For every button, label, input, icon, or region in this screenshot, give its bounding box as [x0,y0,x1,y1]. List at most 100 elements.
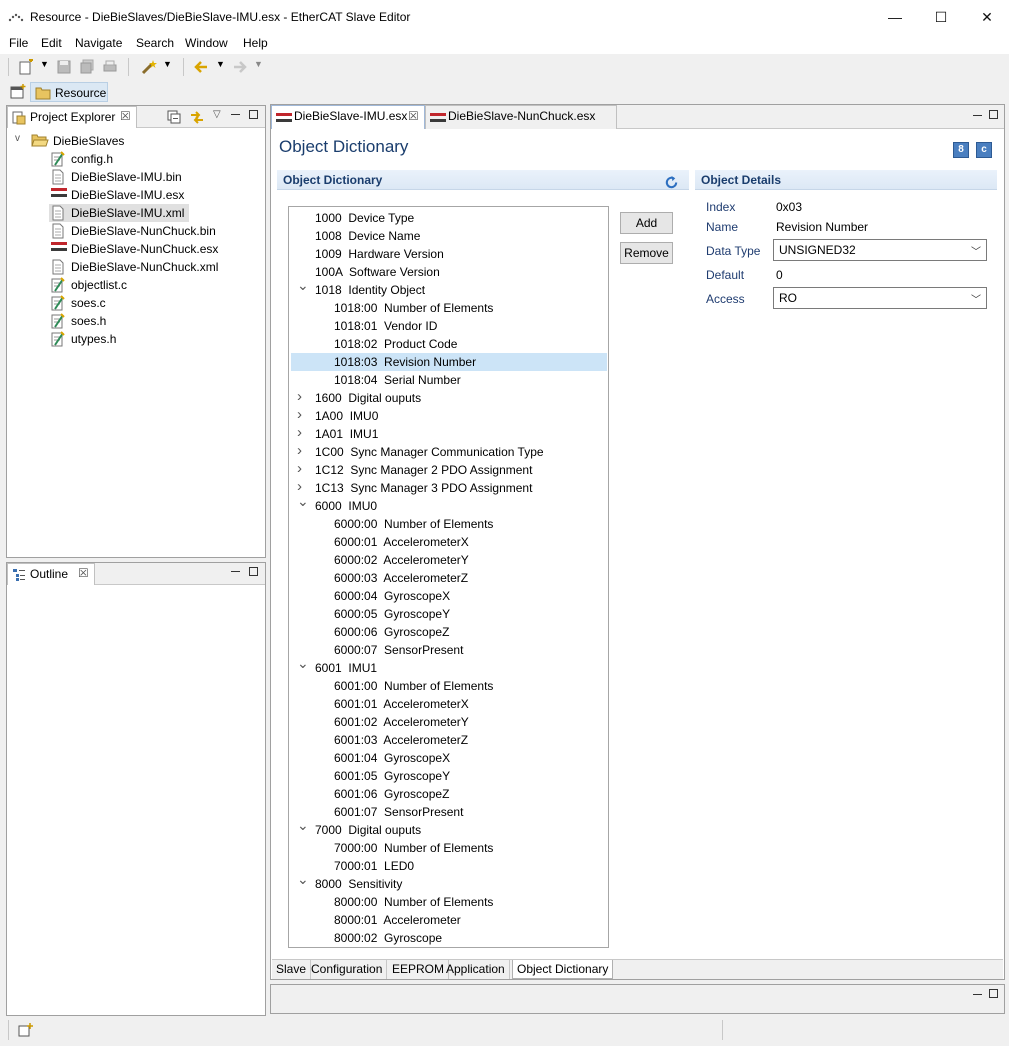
od-subindex-row[interactable]: 7000:00 Number of Elements [291,839,607,857]
back-arrow-icon[interactable] [193,59,209,75]
od-subindex-row[interactable]: 1018:02 Product Code [291,335,607,353]
tab-slave[interactable]: Slave [272,960,312,979]
menu-file[interactable]: File [9,36,28,50]
od-object-row[interactable]: 1000 Device Type [291,209,607,227]
tab-object-dictionary[interactable]: Object Dictionary [512,960,614,979]
chevron-down-icon[interactable]: ▼ [216,59,225,69]
od-subindex-row[interactable]: 6001:02 AccelerometerY [291,713,607,731]
chevron-down-icon[interactable]: ⌄ [297,817,309,834]
minimize-view-icon[interactable] [231,114,240,115]
link-editor-icon[interactable] [189,109,205,125]
minimize-view-icon[interactable] [973,994,982,995]
project-file-item[interactable]: DieBieSlave-NunChuck.bin [49,222,216,240]
menu-window[interactable]: Window [185,36,228,50]
od-subindex-row[interactable]: 1018:03 Revision Number [291,353,607,371]
maximize-view-icon[interactable] [249,567,258,576]
tab-application[interactable]: Application [442,960,510,979]
tab-project-explorer[interactable]: Project Explorer ☒ [7,106,137,128]
chevron-right-icon[interactable]: › [297,442,309,459]
chevron-right-icon[interactable]: › [297,460,309,477]
od-subindex-row[interactable]: 6000:05 GyroscopeY [291,605,607,623]
collapse-all-icon[interactable] [167,110,181,124]
project-file-item[interactable]: objectlist.c [49,276,189,294]
tab-eeprom[interactable]: EEPROM [388,960,450,979]
add-button[interactable]: Add [620,212,673,234]
datatype-select[interactable]: UNSIGNED32 ﹀ [773,239,987,261]
chevron-down-icon[interactable]: ▼ [254,59,263,69]
od-subindex-row[interactable]: 6000:04 GyroscopeX [291,587,607,605]
menu-help[interactable]: Help [243,36,268,50]
close-icon[interactable]: ☒ [78,566,89,580]
od-subindex-row[interactable]: 6000:00 Number of Elements [291,515,607,533]
project-file-item[interactable]: utypes.h [49,330,189,348]
od-object-row[interactable]: ⌄ 1018 Identity Object [291,277,607,299]
tab-configuration[interactable]: Configuration [307,960,388,979]
resource-perspective-button[interactable]: Resource [30,82,108,102]
menu-navigate[interactable]: Navigate [75,36,122,50]
chevron-down-icon[interactable]: ⌄ [297,493,309,510]
od-subindex-row[interactable]: 7000:01 LED0 [291,857,607,875]
od-subindex-row[interactable]: 6000:06 GyroscopeZ [291,623,607,641]
od-subindex-row[interactable]: 6001:06 GyroscopeZ [291,785,607,803]
chevron-right-icon[interactable]: › [297,424,309,441]
project-file-item[interactable]: DieBieSlave-NunChuck.esx [49,240,218,258]
od-object-row[interactable]: ⌄ 6000 IMU0 [291,493,607,515]
maximize-button[interactable]: ☐ [918,0,964,34]
od-subindex-row[interactable]: 8000:01 Accelerometer [291,911,607,929]
od-subindex-row[interactable]: 8000:00 Number of Elements [291,893,607,911]
print-icon[interactable] [102,59,118,75]
save-icon[interactable] [56,59,72,75]
close-icon[interactable]: ☒ [120,109,131,123]
menu-edit[interactable]: Edit [41,36,62,50]
od-subindex-row[interactable]: 6000:02 AccelerometerY [291,551,607,569]
chevron-down-icon[interactable]: ▼ [163,59,172,69]
od-object-row[interactable]: ⌄ 7000 Digital ouputs [291,817,607,839]
od-subindex-row[interactable]: 6000:07 SensorPresent [291,641,607,659]
view-menu-icon[interactable]: ▽ [213,109,221,120]
od-object-row[interactable]: › 1C00 Sync Manager Communication Type [291,442,607,461]
c-export-icon[interactable]: c [976,142,992,158]
od-subindex-row[interactable]: 6001:05 GyroscopeY [291,767,607,785]
menu-search[interactable]: Search [136,36,174,50]
tab-diebieslave-imu-esx[interactable]: DieBieSlave-IMU.esx ☒ [271,105,425,129]
od-subindex-row[interactable]: 6001:07 SensorPresent [291,803,607,821]
project-file-item[interactable]: DieBieSlave-NunChuck.xml [49,258,218,276]
tab-diebieslave-nunchuck-esx[interactable]: DieBieSlave-NunChuck.esx [425,105,617,129]
chevron-right-icon[interactable]: › [297,406,309,423]
minimize-view-icon[interactable] [973,115,982,116]
od-object-row[interactable]: › 1C13 Sync Manager 3 PDO Assignment [291,478,607,497]
save-all-icon[interactable] [79,59,95,75]
remove-button[interactable]: Remove [620,242,673,264]
od-subindex-row[interactable]: 6001:03 AccelerometerZ [291,731,607,749]
project-file-item[interactable]: DieBieSlave-IMU.esx [49,186,189,204]
project-file-item[interactable]: DieBieSlave-IMU.bin [49,168,189,186]
wand-icon[interactable] [141,59,157,75]
chevron-down-icon[interactable]: ⌄ [297,871,309,888]
od-object-row[interactable]: › 1A01 IMU1 [291,424,607,443]
od-subindex-row[interactable]: 1018:01 Vendor ID [291,317,607,335]
od-subindex-row[interactable]: 6000:03 AccelerometerZ [291,569,607,587]
project-file-item[interactable]: soes.c [49,294,189,312]
chevron-down-icon[interactable]: v [15,133,20,144]
new-icon[interactable] [18,59,34,75]
maximize-view-icon[interactable] [989,989,998,998]
od-object-row[interactable]: › 1A00 IMU0 [291,406,607,425]
od-object-row[interactable]: 1008 Device Name [291,227,607,245]
od-subindex-row[interactable]: 6001:01 AccelerometerX [291,695,607,713]
od-subindex-row[interactable]: 1018:00 Number of Elements [291,299,607,317]
chevron-down-icon[interactable]: ⌄ [297,655,309,672]
od-subindex-row[interactable]: 6000:01 AccelerometerX [291,533,607,551]
refresh-icon[interactable] [664,175,679,190]
chevron-right-icon[interactable]: › [297,388,309,405]
fast-view-icon[interactable] [18,1023,34,1037]
forward-arrow-icon[interactable] [232,59,248,75]
od-object-row[interactable]: › 1600 Digital ouputs [291,388,607,407]
close-icon[interactable]: ☒ [408,109,419,123]
od-object-row[interactable]: ⌄ 6001 IMU1 [291,655,607,677]
od-subindex-row[interactable]: 6001:00 Number of Elements [291,677,607,695]
object-dictionary-tree[interactable]: 1000 Device Type 1008 Device Name 1009 Har… [288,206,609,948]
minimize-button[interactable]: — [872,0,918,34]
od-object-row[interactable]: 1009 Hardware Version [291,245,607,263]
dictionary-tool-icon[interactable]: 8 [953,142,969,158]
minimize-view-icon[interactable] [231,571,240,572]
